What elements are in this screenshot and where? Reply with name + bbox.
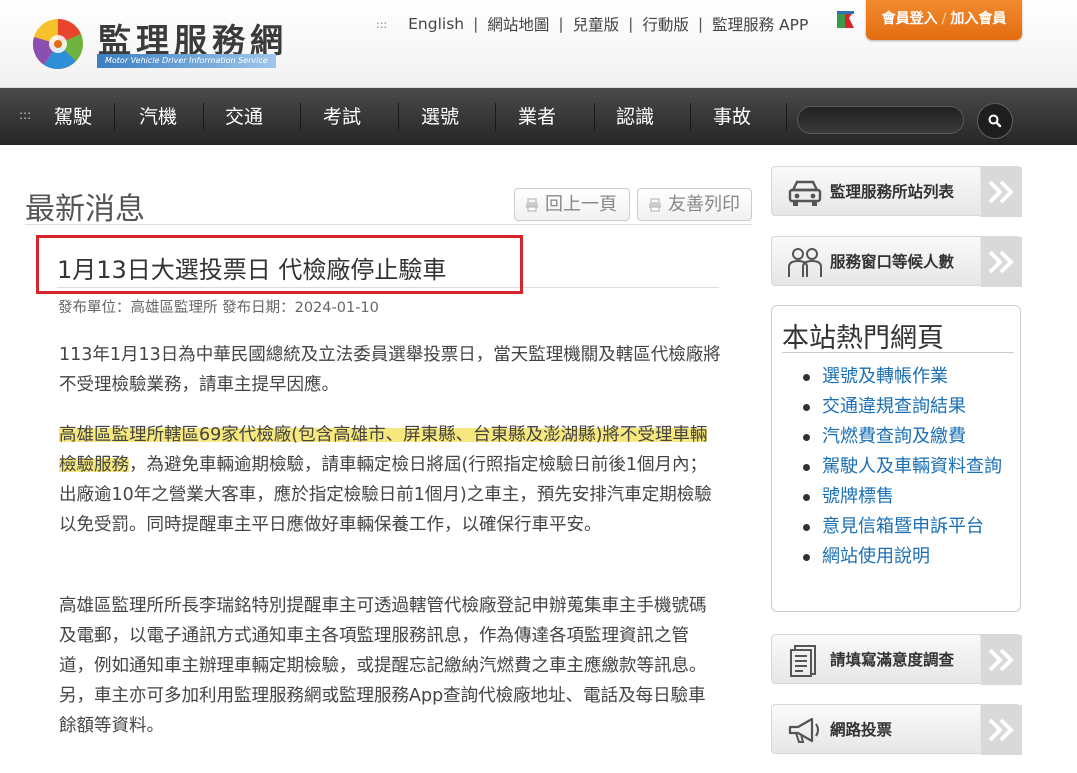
page-title: 最新消息 xyxy=(25,192,145,227)
divider xyxy=(782,352,1014,353)
accessibility-mark-icon[interactable] xyxy=(835,9,856,30)
popular-link[interactable]: 駕駛人及車輛資料查詢 xyxy=(788,452,1020,482)
double-chevron-right-icon xyxy=(988,648,1014,672)
link-sitemap[interactable]: 網站地圖 xyxy=(487,13,549,35)
megaphone-icon xyxy=(788,717,819,743)
article-paragraph: 高雄區監理所轄區69家代檢廠(包含高雄市、屏東縣、台東縣及澎湖縣)將不受理車輛檢… xyxy=(59,420,721,540)
popular-link[interactable]: 號牌標售 xyxy=(788,482,1020,512)
nav-divider xyxy=(786,103,787,131)
article-paragraph: 113年1月13日為中華民國總統及立法委員選舉投票日，當天監理機關及轄區代檢廠將… xyxy=(59,345,721,395)
back-label: 回上一頁 xyxy=(545,194,617,215)
double-chevron-right-icon xyxy=(988,718,1014,742)
article-meta: 發布單位：高雄區監理所 發布日期：2024-01-10 xyxy=(58,300,379,316)
top-links: ::: English | 網站地圖 | 兒童版 | 行動版 | 監理服務 AP… xyxy=(376,13,808,35)
online-vote-button[interactable]: 網路投票 xyxy=(771,704,1022,755)
accesskey-marker[interactable]: ::: xyxy=(376,18,387,31)
article-headline: 1月13日大選投票日 代檢廠停止驗車 xyxy=(57,256,447,284)
nav-accesskey-marker[interactable]: ::: xyxy=(19,108,31,122)
nav-divider xyxy=(690,103,691,131)
popular-pages-list: 選號及轉帳作業 交通違規查詢結果 汽燃費查詢及繳費 駕駛人及車輛資料查詢 號牌標… xyxy=(788,362,1020,572)
join-label[interactable]: 加入會員 xyxy=(950,11,1006,27)
divider: | xyxy=(473,15,479,33)
logo-subtitle: Motor Vehicle Driver Information Service xyxy=(97,54,276,68)
article-paragraph: 高雄區監理所所長李瑞銘特別提醒車主可透過轄管代檢廠登記申辦蒐集車主手機號碼及電郵… xyxy=(59,596,707,736)
print-label: 友善列印 xyxy=(668,194,740,215)
nav-item-business[interactable]: 業者 xyxy=(501,88,573,145)
print-icon xyxy=(649,198,661,212)
document-icon xyxy=(790,645,816,677)
online-vote-label: 網路投票 xyxy=(830,721,893,739)
search-icon xyxy=(988,114,1002,128)
chevron-panel xyxy=(980,705,1022,755)
nav-divider xyxy=(495,103,496,131)
chevron-panel xyxy=(980,237,1022,287)
popular-link[interactable]: 交通違規查詢結果 xyxy=(788,392,1020,422)
paragraph-text: ，為避免車輛逾期檢驗，請車輛定檢日將屆(行照指定檢驗日前後1個月內；出廠逾10年… xyxy=(59,455,712,535)
nav-item-traffic[interactable]: 交通 xyxy=(208,88,280,145)
nav-item-accident[interactable]: 事故 xyxy=(696,88,768,145)
search-button[interactable] xyxy=(977,103,1013,139)
login-register-button[interactable]: 會員登入 / 加入會員 xyxy=(866,0,1022,40)
chevron-panel xyxy=(980,167,1022,217)
station-list-label: 監理服務所站列表 xyxy=(830,183,955,201)
nav-item-knowledge[interactable]: 認識 xyxy=(599,88,671,145)
nav-divider xyxy=(203,103,204,131)
site-header: 監理服務網 Motor Vehicle Driver Information S… xyxy=(0,0,1077,88)
print-icon xyxy=(526,198,538,212)
people-icon xyxy=(788,248,822,277)
popular-link[interactable]: 選號及轉帳作業 xyxy=(788,362,1020,392)
queue-status-button[interactable]: 服務窗口等候人數 xyxy=(771,236,1022,287)
nav-item-vehicle[interactable]: 汽機 xyxy=(122,88,194,145)
nav-divider xyxy=(594,103,595,131)
divider xyxy=(25,224,752,225)
popular-link[interactable]: 網站使用說明 xyxy=(788,542,1020,572)
nav-item-exam[interactable]: 考試 xyxy=(306,88,378,145)
popular-pages-title: 本站熱門網頁 xyxy=(782,323,944,354)
nav-divider xyxy=(398,103,399,131)
divider: | xyxy=(628,15,634,33)
double-chevron-right-icon xyxy=(988,180,1014,204)
survey-button[interactable]: 請填寫滿意度調查 xyxy=(771,634,1022,685)
link-kids[interactable]: 兒童版 xyxy=(573,13,620,35)
divider: | xyxy=(697,15,704,33)
chevron-panel xyxy=(980,635,1022,685)
back-button[interactable]: 回上一頁 xyxy=(514,188,630,221)
popular-link[interactable]: 汽燃費查詢及繳費 xyxy=(788,422,1020,452)
popular-link[interactable]: 意見信箱暨申訴平台 xyxy=(788,512,1020,542)
divider: | xyxy=(558,15,564,33)
link-english[interactable]: English xyxy=(408,15,464,33)
station-list-button[interactable]: 監理服務所站列表 xyxy=(771,166,1022,217)
link-app[interactable]: 監理服務 APP xyxy=(712,13,808,35)
link-mobile[interactable]: 行動版 xyxy=(642,13,689,35)
search-input[interactable] xyxy=(797,106,964,134)
queue-status-label: 服務窗口等候人數 xyxy=(830,253,955,271)
nav-item-plate-select[interactable]: 選號 xyxy=(404,88,476,145)
car-icon xyxy=(788,180,822,206)
survey-label: 請填寫滿意度調查 xyxy=(830,651,955,669)
login-label[interactable]: 會員登入 xyxy=(882,11,938,27)
nav-divider xyxy=(114,103,115,131)
logo-icon[interactable] xyxy=(30,17,86,71)
nav-divider xyxy=(300,103,301,131)
popular-pages-panel: 本站熱門網頁 選號及轉帳作業 交通違規查詢結果 汽燃費查詢及繳費 駕駛人及車輛資… xyxy=(771,305,1021,612)
double-chevron-right-icon xyxy=(988,250,1014,274)
print-button[interactable]: 友善列印 xyxy=(637,188,752,221)
nav-item-driving[interactable]: 駕駛 xyxy=(42,88,104,145)
